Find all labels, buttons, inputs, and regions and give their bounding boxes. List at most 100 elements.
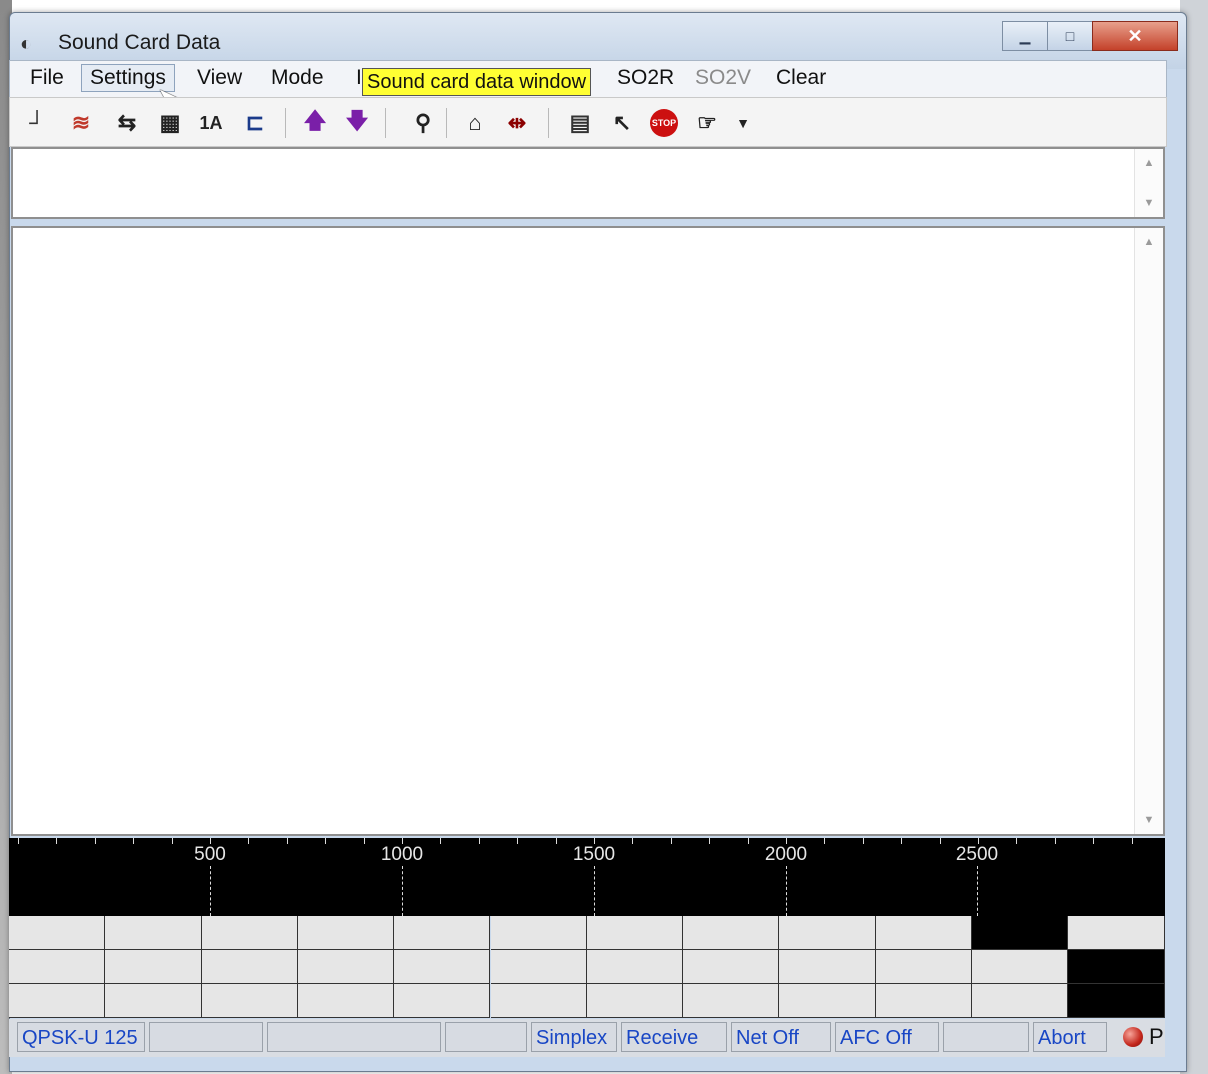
window-title: Sound Card Data	[58, 31, 221, 54]
net-status[interactable]: Net Off	[731, 1022, 831, 1052]
scale-tick	[670, 838, 672, 844]
grid-cell	[586, 984, 684, 1018]
scale-tick	[747, 838, 749, 844]
scale-tick	[325, 838, 327, 844]
scale-tick	[94, 838, 96, 844]
grid-cell	[9, 984, 106, 1018]
sound-card-icon: ◐	[20, 33, 33, 55]
receive-scrollbar[interactable]: ▲ ▼	[1134, 228, 1163, 834]
scale-tick	[555, 838, 557, 844]
abort-status[interactable]: Abort	[1033, 1022, 1107, 1052]
scale-tick	[478, 838, 480, 844]
scale-tick	[939, 838, 941, 844]
scale-tick	[1131, 838, 1133, 844]
save-icon[interactable]: ▦	[155, 108, 185, 138]
toolbar-separator	[446, 108, 447, 138]
menu-so2v[interactable]: SO2V	[687, 65, 759, 91]
grid-cell	[1068, 984, 1165, 1018]
grid-cell	[297, 916, 395, 950]
scroll-down-icon[interactable]: ▼	[1135, 814, 1163, 826]
scale-label: 2000	[764, 844, 808, 865]
scale-tick	[1093, 838, 1095, 844]
scale-tick	[286, 838, 288, 844]
scale-tick	[133, 838, 135, 844]
scale-tick	[786, 838, 787, 844]
grid-cell	[586, 916, 684, 950]
grid-cell	[972, 916, 1069, 950]
receive-status[interactable]: Receive	[621, 1022, 727, 1052]
receive-text-area[interactable]: ▲ ▼	[11, 226, 1165, 836]
receive-icon[interactable]: ┘	[22, 108, 52, 138]
toolbar-separator	[548, 108, 549, 138]
maximize-icon: □	[1065, 28, 1075, 44]
toolbar-separator	[385, 108, 386, 138]
maximize-button[interactable]: □	[1047, 21, 1093, 51]
grid-cell	[297, 950, 395, 984]
wave-icon[interactable]: ≋	[66, 108, 96, 138]
scale-tick	[862, 838, 864, 844]
swap-icon[interactable]: ⇆	[112, 108, 142, 138]
grid-cell	[875, 950, 972, 984]
grid-cell	[105, 950, 202, 984]
menu-file[interactable]: File	[22, 65, 72, 91]
scale-tick	[517, 838, 519, 844]
text-a-icon[interactable]: 1A	[196, 108, 226, 138]
scale-marker	[594, 866, 595, 916]
grid-cell	[683, 950, 780, 984]
scroll-up-icon[interactable]: ▲	[1135, 157, 1163, 169]
scale-tick	[632, 838, 634, 844]
tune-icon[interactable]: ⇹	[502, 108, 532, 138]
scale-tick	[709, 838, 711, 844]
grid-cell	[105, 984, 202, 1018]
status-pane	[267, 1022, 441, 1052]
scale-tick	[1054, 838, 1056, 844]
grid-cell	[683, 916, 780, 950]
waterfall-grid[interactable]	[9, 916, 1165, 1018]
grid-cell	[490, 984, 587, 1018]
menu-view[interactable]: View	[189, 65, 250, 91]
status-pane	[445, 1022, 527, 1052]
spectrum-display[interactable]: 500 1000 1500 2000 2500	[9, 838, 1165, 916]
grid-cell	[586, 950, 684, 984]
filter-icon[interactable]: ⊏	[240, 108, 270, 138]
grid-cell	[201, 950, 298, 984]
find-icon[interactable]: ⚲	[408, 108, 438, 138]
transmit-text-area[interactable]: ▲ ▼	[11, 147, 1165, 219]
grid-cell	[394, 984, 491, 1018]
mode-status[interactable]: QPSK-U 125	[17, 1022, 145, 1052]
house-icon[interactable]: ⌂	[460, 108, 490, 138]
scale-marker	[402, 866, 403, 916]
minimize-icon: ▁	[1019, 27, 1031, 44]
grid-cell	[201, 916, 298, 950]
scale-tick	[901, 838, 903, 844]
transmit-scrollbar[interactable]: ▲ ▼	[1134, 149, 1163, 217]
grid-cell	[1068, 950, 1165, 984]
scale-tick	[56, 838, 58, 844]
afc-status[interactable]: AFC Off	[835, 1022, 939, 1052]
scale-marker	[977, 866, 978, 916]
simplex-status[interactable]: Simplex	[531, 1022, 617, 1052]
minimize-button[interactable]: ▁	[1002, 21, 1048, 51]
dropdown-icon[interactable]: ▼	[728, 108, 758, 138]
scroll-up-icon[interactable]: ▲	[1135, 236, 1163, 248]
stop-icon[interactable]: STOP	[649, 108, 679, 138]
menu-mode[interactable]: Mode	[263, 65, 332, 91]
grid-cell	[201, 984, 298, 1018]
grid-cell	[875, 984, 972, 1018]
scale-tick	[1016, 838, 1018, 844]
magic-wand-icon[interactable]: ↖	[607, 108, 637, 138]
scale-tick	[402, 838, 403, 844]
close-button[interactable]: ✕	[1092, 21, 1178, 51]
arrow-down-icon[interactable]: 🡇	[342, 108, 372, 138]
arrow-up-icon[interactable]: 🡅	[300, 108, 330, 138]
scroll-down-icon[interactable]: ▼	[1135, 197, 1163, 209]
close-icon: ✕	[1127, 25, 1143, 46]
status-last: P	[1149, 1024, 1164, 1049]
menu-clear[interactable]: Clear	[768, 65, 834, 91]
hand-icon[interactable]: ☞	[692, 108, 722, 138]
menu-so2r[interactable]: SO2R	[609, 65, 682, 91]
grid-cell	[297, 984, 395, 1018]
window-controls: ▁ □ ✕	[1002, 21, 1178, 51]
grid-cell	[779, 984, 876, 1018]
keyboard-icon[interactable]: ▤	[565, 108, 595, 138]
